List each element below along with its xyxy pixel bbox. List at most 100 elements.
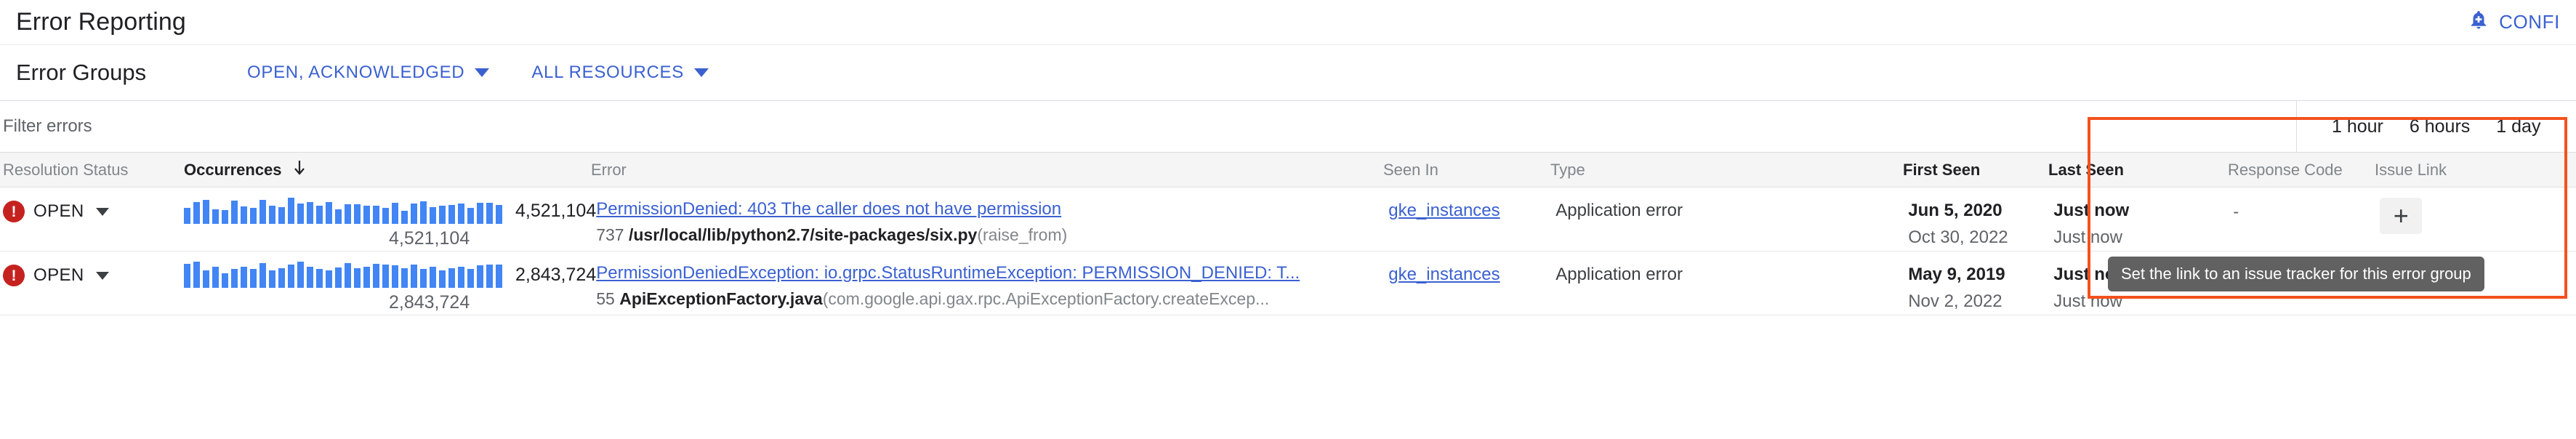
- last-seen-date: Just now: [2053, 201, 2130, 220]
- response-code-value: -: [2233, 202, 2239, 222]
- sparkline-bar: [496, 205, 502, 224]
- column-header-first-seen[interactable]: First Seen: [1903, 161, 2048, 180]
- cell-response-code: -: [2218, 198, 2380, 222]
- sparkline-bar: [458, 267, 464, 288]
- chevron-down-icon: [475, 68, 490, 77]
- resolution-status-dropdown[interactable]: ! OPEN: [3, 262, 184, 286]
- sparkline-bar: [288, 265, 294, 288]
- sparkline-bar: [373, 264, 379, 288]
- column-header-issue-link[interactable]: Issue Link: [2375, 161, 2447, 180]
- sparkline-bar: [241, 206, 247, 224]
- table-row[interactable]: ! OPEN 4,521,104 4,521,104 PermissionDen…: [0, 188, 2576, 251]
- sparkline-bar: [345, 204, 351, 224]
- seen-in-link[interactable]: gke_instances: [1388, 262, 1555, 285]
- sparkline-bar: [241, 267, 247, 288]
- cell-type: Application error: [1555, 262, 1908, 285]
- sparkline-bar: [477, 265, 483, 288]
- filter-bar: 1 hour 6 hours 1 day: [0, 100, 2576, 153]
- first-seen-date: May 9, 2019: [1908, 265, 2005, 284]
- error-type-text: Application error: [1555, 265, 1683, 284]
- chevron-down-icon: [95, 271, 109, 280]
- occurrences-count: 2,843,724: [515, 265, 597, 285]
- seen-in-link[interactable]: gke_instances: [1388, 198, 1555, 221]
- column-header-resolution-status[interactable]: Resolution Status: [0, 161, 184, 180]
- sub-header: Error Groups OPEN, ACKNOWLEDGED ALL RESO…: [0, 45, 2576, 100]
- time-range-6-hours[interactable]: 6 hours: [2396, 109, 2483, 145]
- search-input[interactable]: [3, 116, 2296, 137]
- sparkline-bar: [212, 267, 219, 288]
- sparkline-bar: [411, 265, 417, 288]
- sparkline-bar: [448, 268, 455, 288]
- error-file-path: ApiExceptionFactory.java: [619, 289, 823, 308]
- sparkline-bar: [231, 269, 238, 288]
- filter-resources-dropdown[interactable]: ALL RESOURCES: [524, 57, 716, 89]
- page-title: Error Reporting: [16, 8, 186, 36]
- cell-seen-in: gke_instances: [1388, 262, 1555, 285]
- last-seen-secondary-date: Just now: [2053, 291, 2122, 311]
- error-location: 737 /usr/local/lib/python2.7/site-packag…: [596, 225, 1367, 245]
- sparkline-bar: [477, 203, 483, 224]
- column-header-occurrences-label: Occurrences: [184, 160, 282, 179]
- cell-seen-in: gke_instances: [1388, 198, 1555, 221]
- cell-type: Application error: [1555, 198, 1908, 221]
- time-range-1-hour[interactable]: 1 hour: [2319, 109, 2396, 145]
- sparkline-bar: [278, 207, 285, 224]
- app-header: Error Reporting CONFI: [0, 0, 2576, 45]
- column-header-last-seen[interactable]: Last Seen: [2048, 161, 2213, 180]
- last-seen-secondary-date: Just now: [2053, 227, 2122, 247]
- sparkline-bar: [269, 270, 275, 288]
- chevron-down-icon: [693, 68, 709, 77]
- error-circle-icon: !: [3, 265, 25, 286]
- configure-notifications-button[interactable]: CONFI: [2468, 8, 2560, 36]
- sparkline-bar: [278, 268, 285, 288]
- add-issue-link-button[interactable]: +: [2380, 198, 2423, 234]
- cell-occurrences: 2,843,724 2,843,724: [184, 262, 596, 313]
- sparkline-bar: [184, 264, 190, 288]
- cell-error: PermissionDeniedException: io.grpc.Statu…: [596, 262, 1388, 309]
- sparkline-bar: [458, 204, 464, 224]
- sparkline-bar: [448, 205, 455, 224]
- sparkline-bar: [439, 270, 446, 288]
- sparkline-bar: [467, 269, 474, 288]
- sparkline-bar: [212, 209, 219, 224]
- sparkline-bar: [401, 211, 408, 224]
- time-range-1-day[interactable]: 1 day: [2483, 109, 2553, 145]
- column-header-seen-in[interactable]: Seen In: [1383, 161, 1550, 180]
- sparkline-bar: [193, 262, 200, 288]
- sparkline-bar: [250, 269, 257, 288]
- sparkline-bar: [222, 273, 228, 288]
- occurrences-total: 2,843,724: [389, 292, 470, 313]
- table-header-row: Resolution Status Occurrences Error Seen…: [0, 153, 2576, 188]
- sparkline-bar: [392, 203, 398, 224]
- error-file-path: /usr/local/lib/python2.7/site-packages/s…: [628, 225, 978, 244]
- configure-label: CONFI: [2499, 11, 2560, 33]
- sparkline-bar: [326, 202, 332, 224]
- filter-resources-label: ALL RESOURCES: [531, 63, 684, 82]
- column-header-response-code[interactable]: Response Code: [2213, 161, 2375, 180]
- sparkline-bar: [373, 206, 379, 224]
- sparkline-bar: [382, 208, 389, 224]
- sparkline-bar: [316, 269, 323, 288]
- sparkline-bar: [316, 206, 323, 224]
- error-title-link[interactable]: PermissionDenied: 403 The caller does no…: [596, 199, 1367, 220]
- cell-last-seen: Just now Just now: [2053, 198, 2218, 248]
- sparkline-bar: [420, 201, 427, 224]
- cell-error: PermissionDenied: 403 The caller does no…: [596, 198, 1388, 245]
- occurrences-total: 4,521,104: [389, 228, 470, 249]
- sparkline-bar: [345, 263, 351, 288]
- error-title-link[interactable]: PermissionDeniedException: io.grpc.Statu…: [596, 263, 1367, 283]
- chevron-down-icon: [95, 207, 109, 216]
- sparkline-bar: [363, 206, 370, 224]
- column-header-type[interactable]: Type: [1550, 161, 1903, 180]
- sparkline-bar: [231, 201, 238, 224]
- section-title: Error Groups: [16, 60, 147, 85]
- error-groups-table-wrapper: Resolution Status Occurrences Error Seen…: [0, 117, 2576, 315]
- sparkline-bar: [307, 202, 313, 224]
- resolution-status-dropdown[interactable]: ! OPEN: [3, 198, 184, 222]
- cell-first-seen: Jun 5, 2020 Oct 30, 2022: [1908, 198, 2053, 248]
- sparkline-bar: [363, 267, 370, 288]
- sparkline-bar: [335, 209, 342, 224]
- column-header-occurrences[interactable]: Occurrences: [184, 159, 591, 181]
- column-header-error[interactable]: Error: [591, 161, 1383, 180]
- filter-resolution-status-dropdown[interactable]: OPEN, ACKNOWLEDGED: [240, 57, 496, 89]
